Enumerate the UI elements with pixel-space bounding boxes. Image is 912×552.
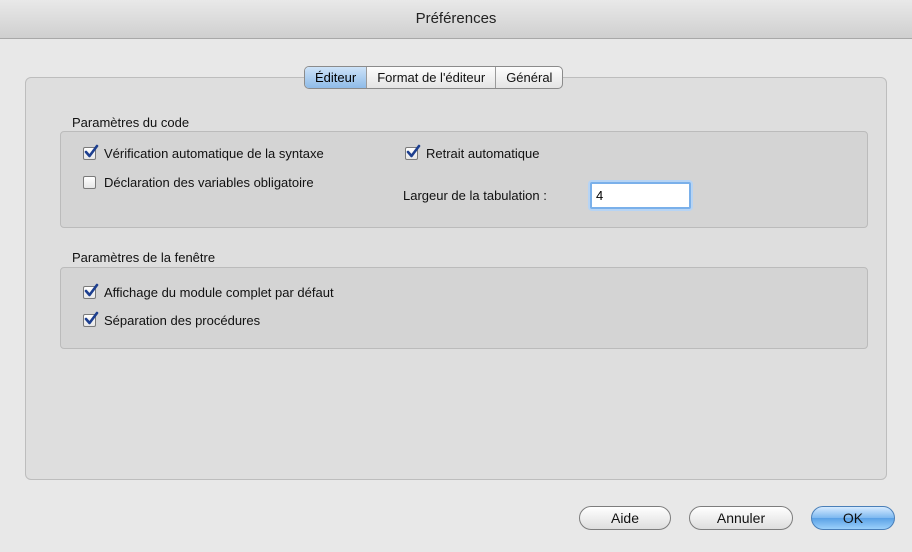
window-title: Préférences [415,10,497,27]
cancel-button[interactable]: Annuler [689,506,793,530]
full-module-view-label: Affichage du module complet par défaut [104,285,334,300]
full-module-view-checkbox[interactable]: Affichage du module complet par défaut [83,283,334,300]
procedure-separator-checkbox[interactable]: Séparation des procédures [83,311,261,328]
window-settings-title: Paramètres de la fenêtre [72,250,216,265]
ok-button[interactable]: OK [811,506,895,530]
tab-general[interactable]: Général [495,67,562,88]
auto-indent-checkbox[interactable]: Retrait automatique [405,144,540,161]
procedure-separator-label: Séparation des procédures [104,313,261,328]
syntax-check-checkbox[interactable]: Vérification automatique de la syntaxe [83,144,324,161]
help-button[interactable]: Aide [579,506,671,530]
require-var-declaration-box[interactable] [83,176,96,189]
syntax-check-box[interactable] [83,144,99,160]
checkmark-icon [84,144,99,158]
tab-editeur[interactable]: Éditeur [305,67,367,88]
auto-indent-label: Retrait automatique [426,146,540,161]
procedure-separator-box[interactable] [83,311,99,327]
window-settings-group [60,267,868,349]
auto-indent-box[interactable] [405,144,421,160]
full-module-view-box[interactable] [83,283,99,299]
checkmark-icon [84,283,99,297]
tab-width-input[interactable] [590,182,691,209]
code-settings-title: Paramètres du code [72,115,190,130]
tab-format-editeur[interactable]: Format de l'éditeur [366,67,495,88]
tab-width-label: Largeur de la tabulation : [403,188,547,203]
syntax-check-label: Vérification automatique de la syntaxe [104,146,324,161]
require-var-declaration-checkbox[interactable]: Déclaration des variables obligatoire [83,175,314,190]
checkmark-icon [84,311,99,325]
checkmark-icon [406,144,421,158]
require-var-declaration-label: Déclaration des variables obligatoire [104,175,314,190]
tab-bar: Éditeur Format de l'éditeur Général [304,66,564,89]
window-titlebar: Préférences [0,0,912,39]
